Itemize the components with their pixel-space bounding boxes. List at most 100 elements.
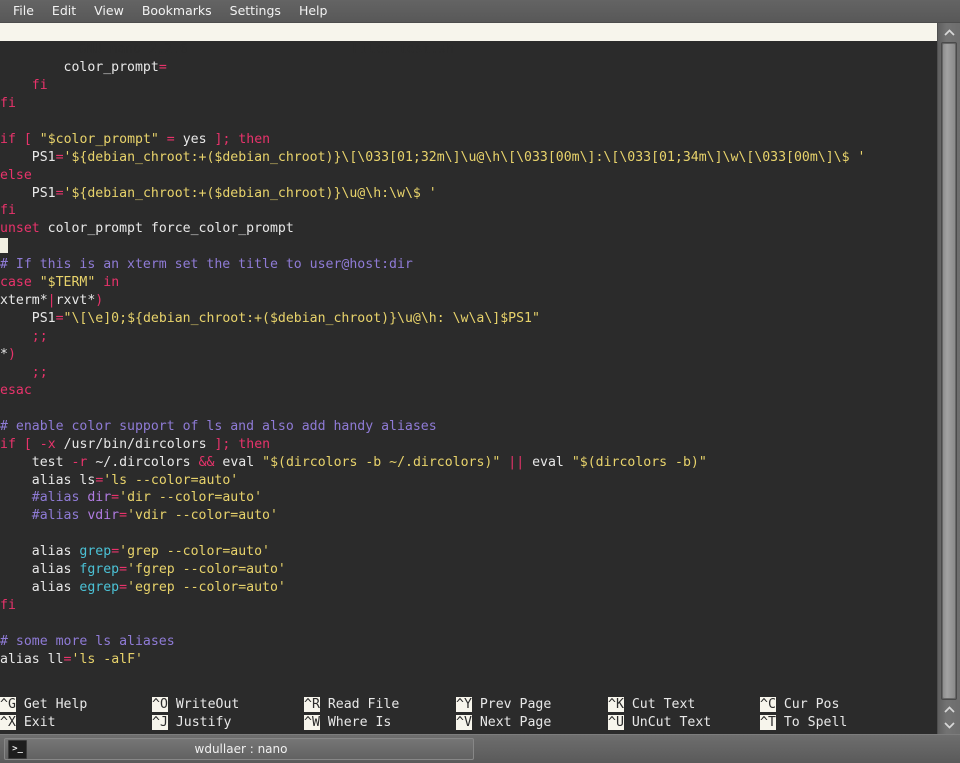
nano-shortcut-label: Cur Pos — [775, 697, 840, 712]
nano-shortcut-get-help[interactable]: ^G Get Help — [0, 696, 152, 714]
nano-shortcut-label: Get Help — [15, 697, 88, 712]
nano-shortcut-key: ^V — [456, 715, 472, 730]
taskbar-window-label: wdullaer : nano — [194, 742, 288, 756]
editor-line: xterm*|rxvt*) — [0, 293, 104, 309]
nano-shortcut-prev-page[interactable]: ^Y Prev Page — [456, 696, 608, 714]
nano-help-row-1: ^G Get Help ^O WriteOut ^R Read File ^Y Pre… — [0, 696, 937, 714]
nano-shortcut-key: ^W — [304, 715, 320, 730]
nano-shortcut-key: ^U — [608, 715, 624, 730]
editor-line: # enable color support of ls and also ad… — [0, 418, 437, 434]
editor-line: *) — [0, 346, 16, 362]
editor-line: PS1="\[\e]0;${debian_chroot:+($debian_ch… — [31, 311, 540, 327]
desktop-window: File Edit View Bookmarks Settings Help G… — [0, 0, 960, 763]
editor-line: unset color_prompt force_color_prompt — [0, 221, 294, 237]
nano-edit-buffer[interactable]: color_prompt= fi fi if [ "$color_prompt" … — [0, 41, 937, 696]
menu-item-help[interactable]: Help — [290, 1, 337, 21]
menu-bar: File Edit View Bookmarks Settings Help — [0, 0, 960, 23]
nano-shortcut-key: ^G — [0, 697, 16, 712]
editor-line: color_prompt= — [63, 59, 167, 75]
scrollbar-bottom-arrows — [940, 702, 958, 732]
nano-shortcut-label: WriteOut — [167, 697, 240, 712]
nano-shortcut-to-spell[interactable]: ^T To Spell — [760, 714, 912, 732]
editor-line: alias fgrep='fgrep --color=auto' — [31, 562, 286, 578]
nano-shortcut-label: Next Page — [471, 715, 552, 730]
nano-shortcut-key: ^T — [760, 715, 776, 730]
editor-line: if [ "$color_prompt" = yes ]; then — [0, 131, 271, 147]
taskbar: >_ wdullaer : nano — [0, 734, 960, 763]
nano-shortcut-label: Read File — [319, 697, 400, 712]
nano-help-row-2: ^X Exit ^J Justify ^W Where Is ^V Next Page… — [0, 714, 937, 732]
chevron-up-icon — [943, 705, 955, 713]
nano-shortcut-label: Where Is — [319, 715, 392, 730]
nano-shortcut-uncut-text[interactable]: ^U UnCut Text — [608, 714, 760, 732]
nano-shortcut-key: ^X — [0, 715, 16, 730]
scroll-up-button-bottom[interactable] — [940, 702, 958, 717]
nano-shortcut-justify[interactable]: ^J Justify — [152, 714, 304, 732]
nano-shortcut-where-is[interactable]: ^W Where Is — [304, 714, 456, 732]
scrollbar-track[interactable] — [941, 42, 957, 700]
editor-line: alias ll='ls -alF' — [0, 651, 143, 667]
editor-line: case "$TERM" in — [0, 275, 120, 291]
nano-help-bar: ^G Get Help ^O WriteOut ^R Read File ^Y Pre… — [0, 696, 937, 734]
editor-line: # If this is an xterm set the title to u… — [0, 257, 413, 273]
nano-shortcut-label: UnCut Text — [623, 715, 712, 730]
nano-shortcut-label: Justify — [167, 715, 232, 730]
nano-shortcut-exit[interactable]: ^X Exit — [0, 714, 152, 732]
scroll-up-button[interactable] — [940, 25, 958, 40]
nano-title-bar: GNU nano 2.2.6 File: test.sh — [0, 23, 937, 57]
nano-shortcut-key: ^Y — [456, 697, 472, 712]
scrollbar-thumb[interactable] — [942, 43, 956, 699]
terminal-view[interactable]: GNU nano 2.2.6 File: test.sh color_promp… — [0, 23, 937, 734]
editor-line: fi — [0, 203, 16, 219]
nano-shortcut-writeout[interactable]: ^O WriteOut — [152, 696, 304, 714]
nano-shortcut-cur-pos[interactable]: ^C Cur Pos — [760, 696, 912, 714]
nano-shortcut-label: Cut Text — [623, 697, 696, 712]
editor-line: ;; — [31, 364, 48, 380]
chevron-up-icon — [943, 28, 955, 36]
nano-shortcut-next-page[interactable]: ^V Next Page — [456, 714, 608, 732]
editor-line: esac — [0, 382, 32, 398]
editor-line: fi — [31, 77, 48, 93]
vertical-scrollbar[interactable] — [937, 23, 960, 734]
editor-line: fi — [0, 95, 16, 111]
editor-line: ;; — [31, 329, 48, 344]
scroll-down-button[interactable] — [940, 717, 958, 732]
editor-line: else — [0, 167, 32, 183]
editor-line: PS1='${debian_chroot:+($debian_chroot)}\… — [31, 149, 866, 165]
terminal-area: GNU nano 2.2.6 File: test.sh color_promp… — [0, 23, 960, 734]
nano-shortcut-label: Prev Page — [471, 697, 552, 712]
editor-line: # some more ls aliases — [0, 633, 175, 649]
editor-line — [0, 238, 937, 256]
menu-item-file[interactable]: File — [4, 1, 43, 21]
nano-shortcut-cut-text[interactable]: ^K Cut Text — [608, 696, 760, 714]
editor-line: test -r ~/.dircolors && eval "$(dircolor… — [31, 454, 707, 470]
menu-item-settings[interactable]: Settings — [221, 1, 290, 21]
menu-item-view[interactable]: View — [85, 1, 133, 21]
editor-line: if [ -x /usr/bin/dircolors ]; then — [0, 436, 271, 452]
taskbar-resize-grip[interactable] — [940, 735, 958, 763]
menu-item-bookmarks[interactable]: Bookmarks — [133, 1, 221, 21]
editor-line: #alias vdir='vdir --color=auto' — [31, 508, 278, 524]
menu-item-edit[interactable]: Edit — [43, 1, 85, 21]
nano-shortcut-key: ^J — [152, 715, 168, 730]
editor-line: fi — [0, 598, 16, 614]
nano-shortcut-key: ^K — [608, 697, 624, 712]
nano-shortcut-read-file[interactable]: ^R Read File — [304, 696, 456, 714]
text-cursor — [0, 238, 8, 254]
editor-line: PS1='${debian_chroot:+($debian_chroot)}\… — [31, 185, 437, 201]
nano-shortcut-label: To Spell — [775, 715, 848, 730]
terminal-icon: >_ — [8, 739, 27, 759]
nano-shortcut-key: ^R — [304, 697, 320, 712]
editor-line: #alias dir='dir --color=auto' — [31, 490, 263, 506]
editor-line: alias ls='ls --color=auto' — [31, 472, 239, 488]
editor-line: alias grep='grep --color=auto' — [31, 544, 270, 560]
nano-shortcut-label: Exit — [15, 715, 56, 730]
nano-shortcut-key: ^O — [152, 697, 168, 712]
chevron-down-icon — [943, 721, 955, 729]
taskbar-window-button[interactable]: >_ wdullaer : nano — [4, 738, 474, 760]
